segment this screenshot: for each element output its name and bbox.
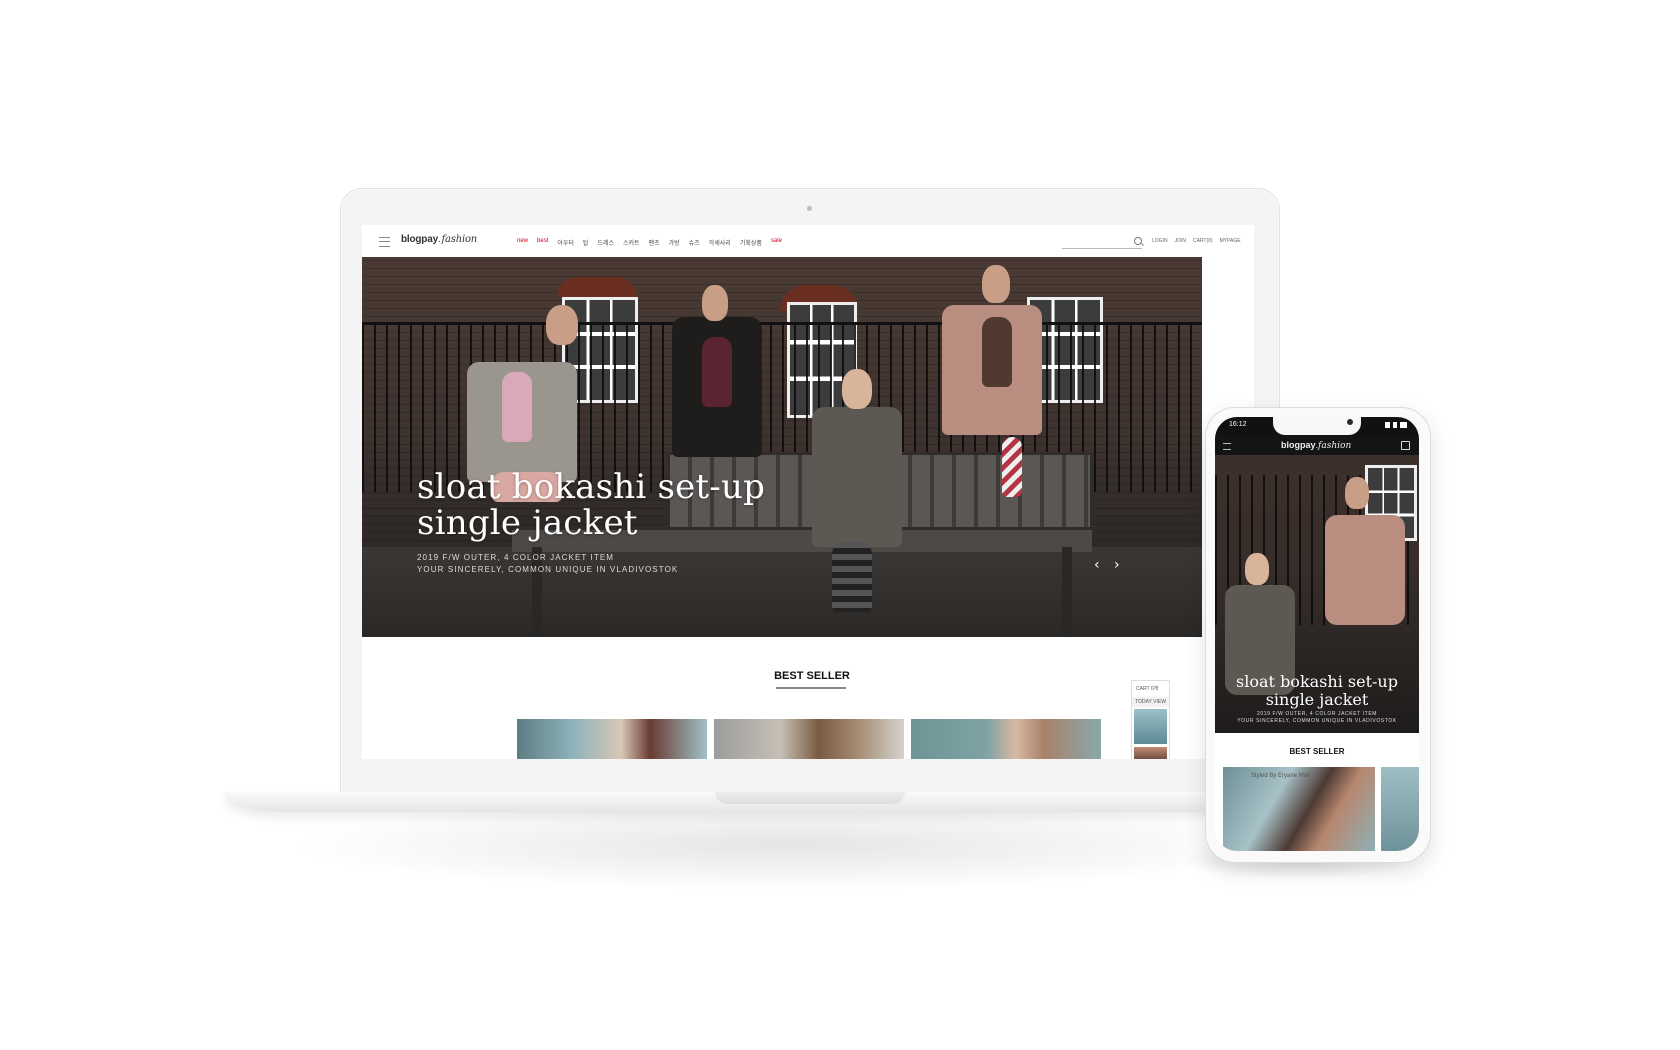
slider-next-icon[interactable]: ›: [1114, 557, 1120, 573]
hero-subtitle: 2019 F/W OUTER, 4 COLOR JACKET ITEM YOUR…: [417, 552, 678, 576]
mobile-product-thumbnail[interactable]: [1223, 767, 1375, 851]
mobile-logo[interactable]: blogpay.fashion: [1281, 440, 1351, 451]
nav-item-accessory[interactable]: 악세사리: [709, 238, 731, 247]
join-link[interactable]: JOIN: [1175, 238, 1186, 244]
nav-item-shoes[interactable]: 슈즈: [689, 238, 700, 247]
laptop-opening-notch: [715, 792, 905, 804]
nav-item-special[interactable]: 기획상품: [740, 238, 762, 247]
mobile-hero-title: sloat bokashi set-up single jacket: [1215, 673, 1419, 709]
best-seller-underline: [776, 687, 846, 689]
mobile-product-thumbnail[interactable]: [1381, 767, 1419, 851]
cart-link[interactable]: CART(0): [1193, 238, 1213, 244]
laptop-camera: [807, 206, 812, 211]
side-cart-link[interactable]: CART 0개: [1136, 685, 1158, 692]
mobile-cart-icon[interactable]: [1401, 441, 1410, 450]
logo-text: blogpay: [401, 234, 438, 245]
phone-camera: [1347, 419, 1353, 425]
mobile-logo-script: fashion: [1318, 441, 1352, 451]
hero-fence-rail: [362, 322, 1202, 325]
mobile-hero-subtitle: 2019 F/W OUTER, 4 COLOR JACKET ITEM YOUR…: [1215, 711, 1419, 725]
best-seller-title: BEST SELLER: [774, 670, 850, 682]
mobile-product-caption: Styled By Eryane Mall: [1251, 773, 1310, 779]
hero-title: sloat bokashi set-up single jacket: [417, 469, 837, 541]
nav-item-bag[interactable]: 가방: [669, 238, 680, 247]
laptop-screen: blogpay.fashion new best 아우터 탑 드레스 스커트 팬…: [362, 225, 1254, 759]
logo-script-text: fashion: [441, 234, 478, 245]
nav-item-outer[interactable]: 아우터: [557, 238, 574, 247]
mobile-logo-text: blogpay: [1281, 440, 1316, 450]
nav-item-skirt[interactable]: 스커트: [623, 238, 640, 247]
site-header: blogpay.fashion new best 아우터 탑 드레스 스커트 팬…: [362, 225, 1254, 257]
nav-item-sale[interactable]: sale: [771, 238, 782, 247]
product-thumbnail[interactable]: [714, 719, 904, 759]
signal-wifi-battery-icon: [1385, 422, 1407, 428]
mobile-menu-icon[interactable]: [1223, 443, 1231, 450]
mobile-hero-title-line-1: sloat bokashi set-up: [1236, 672, 1398, 691]
nav-item-pants[interactable]: 팬츠: [649, 238, 660, 247]
hero-title-line-1: sloat bokashi set-up: [417, 467, 766, 507]
phone-screen: 16:12 blogpay.fashion sloat bokashi set-…: [1215, 417, 1419, 851]
search-input[interactable]: [1062, 248, 1142, 249]
nav-item-best[interactable]: best: [537, 238, 548, 247]
recent-view-thumbnail[interactable]: [1134, 709, 1167, 744]
laptop-shadow: [300, 800, 1280, 890]
main-nav: new best 아우터 탑 드레스 스커트 팬츠 가방 슈즈 악세사리 기획상…: [517, 238, 782, 247]
hero-window-arch: [557, 277, 637, 297]
status-time: 16:12: [1229, 421, 1247, 428]
login-link[interactable]: LOGIN: [1152, 238, 1168, 244]
product-thumbnail[interactable]: [911, 719, 1101, 759]
today-view-label: TODAY VIEW: [1132, 697, 1169, 707]
site-logo[interactable]: blogpay.fashion: [401, 234, 477, 245]
mobile-hero-banner[interactable]: sloat bokashi set-up single jacket 2019 …: [1215, 455, 1419, 733]
mobile-hero-subtitle-line-1: 2019 F/W OUTER, 4 COLOR JACKET ITEM: [1256, 711, 1378, 717]
slider-prev-icon[interactable]: ‹: [1094, 557, 1100, 573]
quick-side-widget: CART 0개 TODAY VIEW: [1131, 680, 1170, 759]
nav-item-top[interactable]: 탑: [583, 238, 589, 247]
mobile-hero-title-line-2: single jacket: [1265, 690, 1369, 709]
search-icon[interactable]: [1134, 237, 1142, 245]
mobile-hero-subtitle-line-2: YOUR SINCERELY, COMMON UNIQUE IN VLADIVO…: [1237, 718, 1397, 724]
mobile-hero-model: [1325, 515, 1405, 625]
hero-subtitle-line-2: YOUR SINCERELY, COMMON UNIQUE IN VLADIVO…: [417, 565, 679, 574]
hero-banner[interactable]: sloat bokashi set-up single jacket 2019 …: [362, 257, 1202, 637]
hero-bench-leg: [1062, 547, 1072, 637]
nav-item-dress[interactable]: 드레스: [597, 238, 614, 247]
menu-icon[interactable]: [379, 237, 390, 247]
mypage-link[interactable]: MYPAGE: [1220, 238, 1241, 244]
nav-item-new[interactable]: new: [517, 238, 528, 247]
hero-title-line-2: single jacket: [417, 503, 638, 543]
mobile-hero-model-head: [1345, 477, 1369, 509]
utility-links: LOGIN JOIN CART(0) MYPAGE: [1152, 238, 1241, 244]
product-thumbnail[interactable]: [517, 719, 707, 759]
recent-view-thumbnail[interactable]: [1134, 747, 1167, 759]
logo-dot: .: [437, 234, 441, 245]
mobile-hero-model-head: [1245, 553, 1269, 585]
mobile-best-seller-title: BEST SELLER: [1289, 747, 1345, 756]
hero-subtitle-line-1: 2019 F/W OUTER, 4 COLOR JACKET ITEM: [417, 553, 615, 562]
mobile-header: blogpay.fashion: [1215, 435, 1419, 455]
